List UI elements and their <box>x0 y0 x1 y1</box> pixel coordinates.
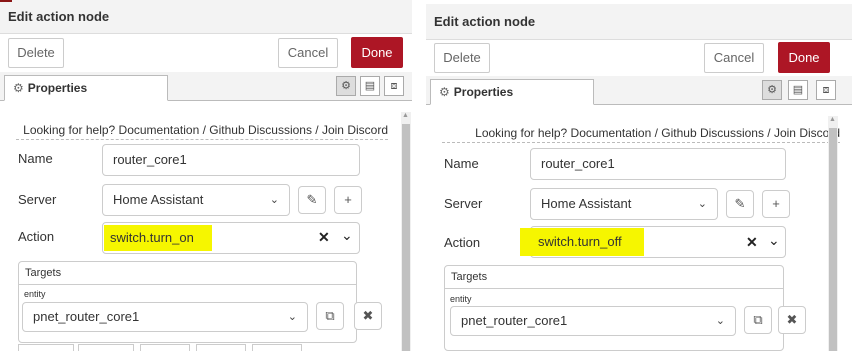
chevron-down-icon: ⌄ <box>697 198 707 210</box>
panel-title: Edit action node <box>426 4 852 40</box>
scrollbar-thumb[interactable] <box>829 128 837 351</box>
appearance-tab-icon[interactable]: ⧈ <box>816 80 836 100</box>
help-links[interactable]: Looking for help? Documentation / Github… <box>16 123 388 140</box>
name-input[interactable]: router_core1 <box>530 148 786 180</box>
action-value-highlight: switch.turn_off <box>520 228 644 256</box>
filter-tab[interactable] <box>252 344 302 351</box>
panel-title: Edit action node <box>0 0 412 34</box>
chevron-down-icon[interactable]: ⌄ <box>341 227 353 244</box>
name-label: Name <box>444 156 479 171</box>
chevron-down-icon: ⌄ <box>269 194 279 206</box>
edit-server-button[interactable]: ✎ <box>298 186 326 214</box>
server-select-value: Home Assistant <box>113 192 204 207</box>
scrollbar[interactable]: ▲ <box>401 112 411 351</box>
clear-action-icon[interactable]: ✕ <box>318 229 330 246</box>
server-select-value: Home Assistant <box>541 196 632 211</box>
cancel-button[interactable]: Cancel <box>278 38 338 68</box>
edit-node-panel-left: Edit action node Delete Cancel Done ⚙ Pro… <box>0 0 412 351</box>
help-links[interactable]: Looking for help? Documentation / Github… <box>442 126 840 143</box>
scrollbar[interactable]: ▲ <box>828 116 838 351</box>
edit-node-panel-right: Edit action node Delete Cancel Done ⚙ Pro… <box>426 0 852 351</box>
entity-label: entity <box>24 289 46 299</box>
scroll-up-icon[interactable]: ▲ <box>402 112 409 119</box>
tab-properties-label: Properties <box>453 85 514 99</box>
action-label: Action <box>18 229 55 244</box>
chevron-down-icon: ⌄ <box>287 311 297 323</box>
name-label: Name <box>18 151 53 166</box>
chevron-down-icon: ⌄ <box>715 315 725 327</box>
edit-server-button[interactable]: ✎ <box>726 190 754 218</box>
action-label: Action <box>444 235 481 250</box>
tab-properties-label: Properties <box>27 81 88 95</box>
copy-entity-button[interactable]: ⧉ <box>316 302 344 330</box>
scroll-up-icon[interactable]: ▲ <box>829 116 836 123</box>
description-tab-icon[interactable]: ▤ <box>360 76 380 96</box>
delete-button[interactable]: Delete <box>434 43 490 73</box>
server-select[interactable]: Home Assistant ⌄ <box>102 184 290 216</box>
server-label: Server <box>18 192 57 207</box>
scrollbar-thumb[interactable] <box>402 124 410 351</box>
settings-tab-icon[interactable]: ⚙ <box>762 80 782 100</box>
tab-strip: ⚙ Properties ⚙ ▤ ⧈ <box>0 72 412 101</box>
settings-tab-icon[interactable]: ⚙ <box>336 76 356 96</box>
server-label: Server <box>444 196 483 211</box>
targets-header: Targets <box>19 262 356 285</box>
accent-line <box>0 0 12 2</box>
cancel-button[interactable]: Cancel <box>704 43 764 73</box>
tab-properties[interactable]: ⚙ Properties <box>4 75 168 101</box>
copy-entity-button[interactable]: ⧉ <box>744 306 772 334</box>
filter-tab[interactable] <box>140 344 190 351</box>
entity-label: entity <box>450 294 472 304</box>
add-server-button[interactable]: + <box>334 186 362 214</box>
targets-header: Targets <box>445 266 783 289</box>
done-button[interactable]: Done <box>351 37 403 68</box>
gear-icon: ⚙ <box>13 81 24 95</box>
filter-tab[interactable] <box>196 344 246 351</box>
entity-select[interactable]: pnet_router_core1 ⌄ <box>450 306 736 336</box>
entity-select[interactable]: pnet_router_core1 ⌄ <box>22 302 308 332</box>
chevron-down-icon[interactable]: ⌄ <box>768 232 780 249</box>
clear-action-icon[interactable]: ✕ <box>746 234 758 251</box>
appearance-tab-icon[interactable]: ⧈ <box>384 76 404 96</box>
divider <box>412 0 426 351</box>
action-value-highlight: switch.turn_on <box>104 225 212 251</box>
name-input[interactable]: router_core1 <box>102 144 360 176</box>
filter-tab[interactable] <box>18 344 74 351</box>
remove-entity-button[interactable]: ✖ <box>778 306 806 334</box>
tab-properties[interactable]: ⚙ Properties <box>430 79 594 105</box>
delete-button[interactable]: Delete <box>8 38 64 68</box>
remove-entity-button[interactable]: ✖ <box>354 302 382 330</box>
entity-select-value: pnet_router_core1 <box>461 313 568 328</box>
add-server-button[interactable]: + <box>762 190 790 218</box>
server-select[interactable]: Home Assistant ⌄ <box>530 188 718 220</box>
filter-tab[interactable] <box>78 344 134 351</box>
description-tab-icon[interactable]: ▤ <box>788 80 808 100</box>
gear-icon: ⚙ <box>439 85 450 99</box>
tab-strip: ⚙ Properties ⚙ ▤ ⧈ <box>426 76 852 105</box>
done-button[interactable]: Done <box>778 42 830 73</box>
entity-select-value: pnet_router_core1 <box>33 309 140 324</box>
